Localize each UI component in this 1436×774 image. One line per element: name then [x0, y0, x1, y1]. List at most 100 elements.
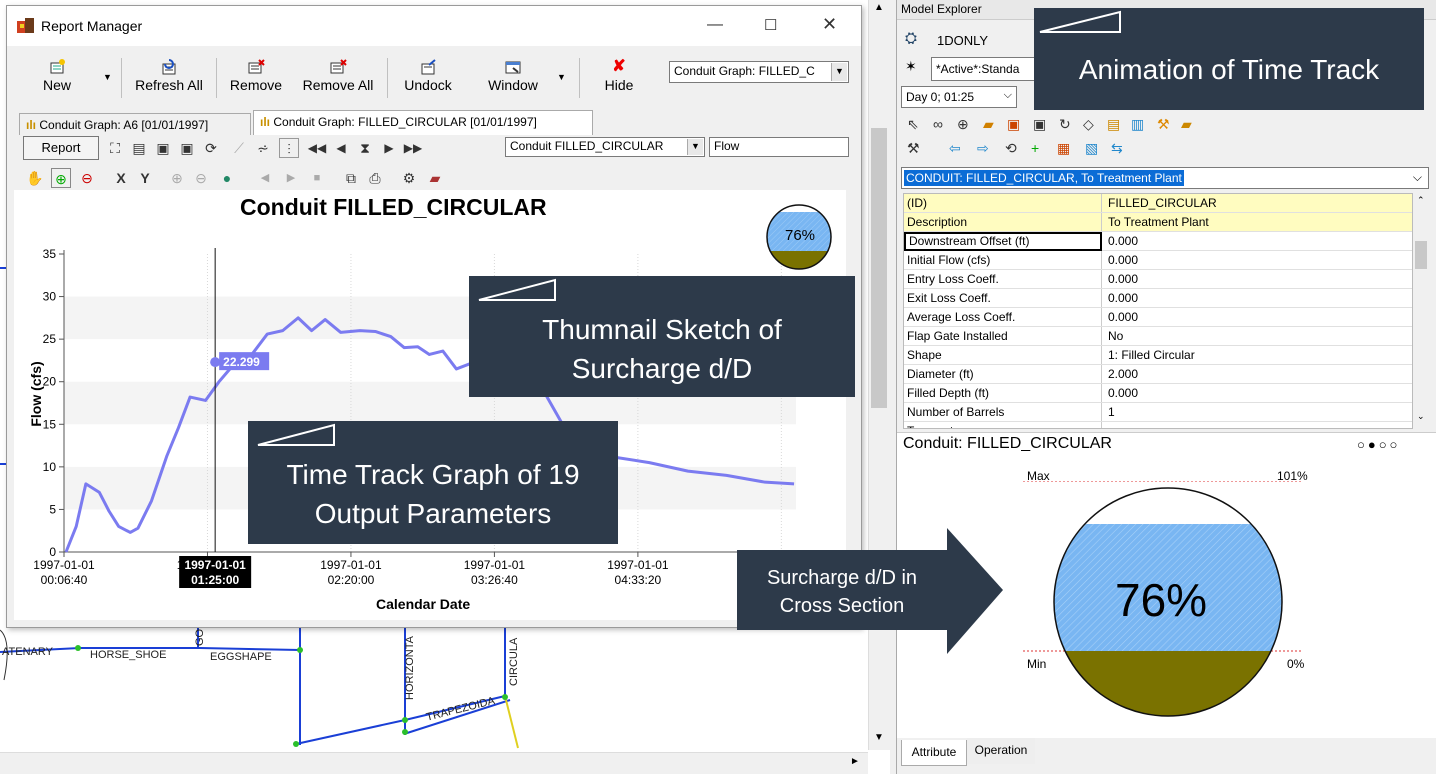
report-button[interactable]: Report [23, 136, 99, 160]
back-arrow-icon[interactable]: ⇦ [949, 140, 961, 157]
book-icon[interactable]: ▰ [425, 168, 445, 188]
chevron-down-icon[interactable]: ⌵ [1413, 170, 1422, 185]
table-icon[interactable]: ▦ [1057, 140, 1070, 157]
scroll-down-icon[interactable]: ⌄ [1417, 411, 1425, 422]
save-all-icon[interactable]: ▣ [177, 138, 197, 158]
scroll-right-icon[interactable]: ► [850, 756, 860, 767]
chart-properties-icon[interactable]: ⛶ [105, 138, 125, 158]
refresh-all-button[interactable]: Refresh All [131, 59, 207, 93]
add-id-icon[interactable]: + [1031, 140, 1039, 156]
line-chart-icon[interactable]: ⟋ [229, 138, 249, 158]
rotate-icon[interactable]: ↻ [1059, 116, 1071, 133]
layers-icon[interactable]: ▰ [1181, 116, 1192, 133]
hide-button[interactable]: ✘ Hide [595, 59, 643, 94]
chevron-down-icon[interactable]: ▼ [687, 139, 703, 155]
report-icon[interactable]: ▤ [1107, 116, 1120, 133]
pan-hand-icon[interactable]: ✋ [25, 168, 45, 188]
property-row[interactable]: Transect [904, 422, 1412, 428]
chevron-down-icon[interactable]: ⌵ [1004, 89, 1012, 102]
previous-frame-icon[interactable]: ◀ [331, 138, 351, 158]
undock-button[interactable]: Undock [397, 59, 459, 93]
property-row[interactable]: Diameter (ft) 2.000 [904, 365, 1412, 384]
map-horizontal-scrollbar[interactable]: ► [0, 752, 868, 774]
save-icon[interactable]: ▣ [153, 138, 173, 158]
zoom-in-icon[interactable]: ⊕ [51, 168, 71, 188]
map-icon[interactable]: ▧ [1085, 140, 1098, 157]
maximize-icon[interactable]: ☐ [764, 16, 777, 34]
tab-operation[interactable]: Operation [967, 738, 1035, 764]
copy-chart-icon[interactable]: ▤ [129, 138, 149, 158]
property-row[interactable]: Filled Depth (ft) 0.000 [904, 384, 1412, 403]
x-axis-icon[interactable]: X [111, 168, 131, 188]
window-dropdown-icon[interactable]: ▼ [557, 72, 566, 82]
new-file-icon[interactable]: ▣ [1007, 116, 1020, 133]
time-select-dropdown[interactable]: Day 0; 01:25 ⌵ [901, 86, 1017, 108]
property-value[interactable]: 2.000 [1104, 365, 1138, 383]
property-row[interactable]: Average Loss Coeff. 0.000 [904, 308, 1412, 327]
object-select-dropdown[interactable]: Conduit FILLED_CIRCULAR ▼ [505, 137, 705, 157]
property-row[interactable]: Description To Treatment Plant [904, 213, 1412, 232]
scroll-up-icon[interactable]: ⌃ [1417, 195, 1425, 206]
last-frame-icon[interactable]: ▶▶ [403, 138, 423, 158]
forward-arrow-icon[interactable]: ⇨ [977, 140, 989, 157]
property-row[interactable]: Entry Loss Coeff. 0.000 [904, 270, 1412, 289]
eraser-icon[interactable]: ◇ [1083, 116, 1094, 133]
property-value[interactable]: 1: Filled Circular [1104, 346, 1195, 364]
object-selector-dropdown[interactable]: CONDUIT: FILLED_CIRCULAR, To Treatment P… [901, 167, 1429, 189]
zoom-icon[interactable]: ⊕ [957, 116, 969, 133]
property-value[interactable]: 0.000 [1104, 251, 1138, 269]
save-icon[interactable]: ▣ [1033, 116, 1046, 133]
hammer-icon[interactable]: ⚒ [907, 140, 920, 157]
property-row[interactable]: Initial Flow (cfs) 0.000 [904, 251, 1412, 270]
property-grid[interactable]: (ID) FILLED_CIRCULAR Description To Treatm… [903, 193, 1413, 429]
chevron-down-icon[interactable]: ▼ [831, 63, 847, 81]
flow-time-series-chart[interactable]: 051015202530351997-01-0100:06:401997-01-… [14, 190, 846, 620]
copy-icon[interactable]: ⧉ [341, 168, 361, 188]
property-row[interactable]: (ID) FILLED_CIRCULAR [904, 194, 1412, 213]
close-icon[interactable]: ✕ [822, 14, 837, 35]
window-button[interactable]: Window [481, 59, 545, 93]
new-button[interactable]: New [35, 59, 79, 93]
property-value[interactable]: To Treatment Plant [1104, 213, 1209, 231]
property-value[interactable]: FILLED_CIRCULAR [1104, 194, 1217, 212]
scroll-down-icon[interactable]: ▼ [874, 732, 884, 743]
tab-conduit-graph-filled-circular[interactable]: ılı Conduit Graph: FILLED_CIRCULAR [01/0… [253, 110, 593, 135]
scroll-up-icon[interactable]: ▲ [874, 2, 884, 13]
bar-chart-icon[interactable]: ▥ [1131, 116, 1144, 133]
refresh-icon[interactable]: ⟳ [201, 138, 221, 158]
globe-icon[interactable]: ● [217, 168, 237, 188]
scrollbar-thumb[interactable] [1415, 241, 1427, 269]
time-track-icon[interactable]: ⫶ [279, 138, 299, 158]
tools-icon[interactable]: ⚒ [1157, 116, 1170, 133]
zoom-out-icon[interactable]: ⊖ [77, 168, 97, 188]
page-dots-icon[interactable]: ○●○○ [1357, 437, 1400, 452]
parameter-field[interactable]: Flow [709, 137, 849, 157]
next-frame-icon[interactable]: ▶ [379, 138, 399, 158]
first-frame-icon[interactable]: ◀◀ [307, 138, 327, 158]
hourglass-icon[interactable]: ⧗ [355, 138, 375, 158]
tab-conduit-graph-a6[interactable]: ılı Conduit Graph: A6 [01/01/1997] [19, 113, 251, 135]
link-tool-icon[interactable]: ⇆ [1111, 140, 1123, 157]
chart-panel[interactable]: 0 5 10 15 20 25 30 35 1997-01-01 00:06:40 1997-01-… [14, 190, 846, 620]
remove-button[interactable]: Remove [225, 59, 287, 93]
report-select-dropdown[interactable]: Conduit Graph: FILLED_C ▼ [669, 61, 849, 83]
area-chart-icon[interactable]: ⩫ [253, 138, 273, 158]
property-value[interactable]: 1 [1104, 403, 1115, 421]
open-folder-icon[interactable]: ▰ [983, 116, 994, 133]
property-value[interactable]: 0.000 [1104, 270, 1138, 288]
tab-attribute[interactable]: Attribute [901, 740, 967, 766]
property-value[interactable]: 0.000 [1104, 232, 1138, 250]
property-row[interactable]: Downstream Offset (ft) 0.000 [904, 232, 1412, 251]
y-axis-icon[interactable]: Y [135, 168, 155, 188]
scenario-select[interactable]: *Active*:Standa [931, 57, 1041, 81]
settings-icon[interactable]: ⚙ [399, 168, 419, 188]
select-arrow-icon[interactable]: ⇖ [907, 116, 919, 133]
history-icon[interactable]: ⟲ [1005, 140, 1017, 157]
property-row[interactable]: Number of Barrels 1 [904, 403, 1412, 422]
minimize-icon[interactable]: — [707, 16, 723, 34]
property-value[interactable]: No [1104, 327, 1123, 345]
property-row[interactable]: Shape 1: Filled Circular [904, 346, 1412, 365]
remove-all-button[interactable]: Remove All [297, 59, 379, 93]
link-icon[interactable]: ∞ [933, 116, 943, 132]
new-dropdown-icon[interactable]: ▼ [103, 72, 112, 82]
